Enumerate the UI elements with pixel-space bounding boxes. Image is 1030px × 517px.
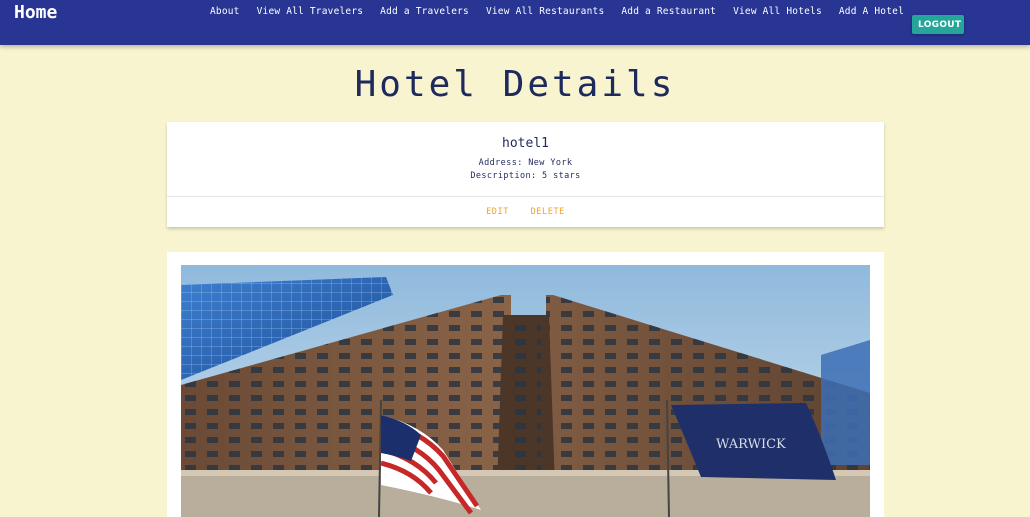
page-title: Hotel Details [354,64,676,105]
nav-about-link[interactable]: About [210,6,240,17]
home-brand-link[interactable]: Home [14,2,57,23]
nav-add-traveler-link[interactable]: Add a Travelers [380,6,469,17]
edit-link[interactable]: EDIT [486,207,509,217]
nav-add-hotel-link[interactable]: Add A Hotel [839,6,904,17]
logout-button[interactable]: LOGOUT [912,15,964,34]
delete-link[interactable]: DELETE [531,207,565,217]
nav-view-hotels-link[interactable]: View All Hotels [733,6,822,17]
hotel-address: Address: New York [478,158,573,168]
hotel-description: Description: 5 stars [470,171,581,181]
hotel-name: hotel1 [502,136,549,151]
top-navbar: Home About View All Travelers Add a Trav… [0,0,1030,45]
nav-add-restaurant-link[interactable]: Add a Restaurant [621,6,716,17]
nav-view-restaurants-link[interactable]: View All Restaurants [486,6,604,17]
hotel-image-card: WARWICK [167,252,884,517]
hotel-photo: WARWICK [181,265,870,517]
card-content: hotel1 Address: New York Description: 5 … [167,122,884,196]
nav-links: About View All Travelers Add a Travelers… [210,6,904,17]
hotel-details-card: hotel1 Address: New York Description: 5 … [167,122,884,227]
svg-text:WARWICK: WARWICK [716,437,786,452]
nav-view-travelers-link[interactable]: View All Travelers [257,6,364,17]
card-actions: EDIT DELETE [167,196,884,228]
